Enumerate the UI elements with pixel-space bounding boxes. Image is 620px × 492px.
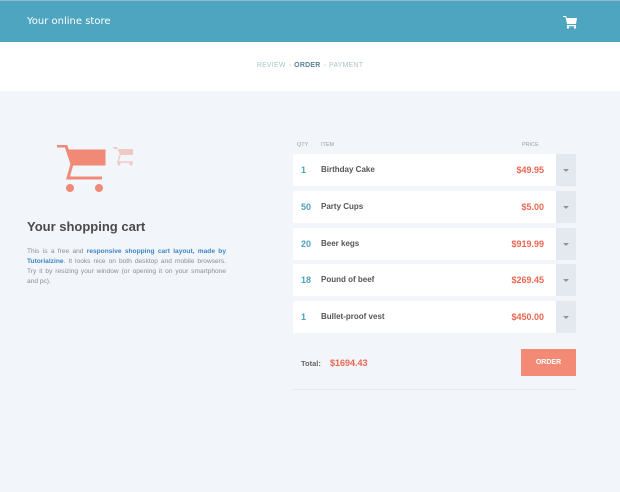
item-price: $49.95 (516, 165, 544, 175)
cart-item-row: 50 Party Cups $5.00 (293, 191, 556, 223)
step-separator: › (288, 62, 292, 69)
total-label: Total: (301, 359, 321, 368)
cart-description: This is a free and responsive shopping c… (27, 247, 226, 287)
item-name: Pound of beef (321, 275, 375, 284)
item-price: $5.00 (521, 202, 544, 212)
chevron-down-icon (563, 168, 569, 172)
item-options-dropdown[interactable] (556, 301, 576, 333)
item-options-dropdown[interactable] (556, 228, 576, 260)
item-price: $450.00 (511, 312, 544, 322)
item-header: ITEM (321, 142, 335, 148)
item-options-dropdown[interactable] (556, 191, 576, 223)
item-qty[interactable]: 1 (301, 312, 306, 322)
order-button[interactable]: ORDER (521, 349, 576, 376)
store-title[interactable]: Your online store (27, 16, 111, 27)
item-name: Beer kegs (321, 239, 360, 248)
divider (293, 389, 576, 390)
top-bar: Your online store (0, 0, 620, 42)
step-order[interactable]: ORDER (294, 62, 320, 69)
chevron-down-icon (563, 242, 569, 246)
item-options-dropdown[interactable] (556, 264, 576, 296)
step-review[interactable]: REVIEW (257, 62, 286, 69)
cart-heading: Your shopping cart (27, 219, 146, 234)
item-price: $269.45 (511, 275, 544, 285)
cart-item-row: 1 Bullet-proof vest $450.00 (293, 301, 556, 333)
item-qty[interactable]: 20 (301, 239, 311, 249)
price-header: PRICE (522, 142, 539, 148)
cart-icon[interactable] (563, 15, 578, 29)
item-qty[interactable]: 18 (301, 275, 311, 285)
shopping-cart-illustration-icon (57, 145, 133, 192)
item-qty[interactable]: 1 (301, 165, 306, 175)
item-price: $919.99 (511, 239, 544, 249)
description-text: This is a free and (27, 248, 87, 255)
item-qty[interactable]: 50 (301, 202, 311, 212)
cart-item-row: 18 Pound of beef $269.45 (293, 264, 556, 296)
checkout-steps: REVIEW › ORDER › PAYMENT (0, 42, 620, 91)
item-name: Bullet-proof vest (321, 312, 385, 321)
total-value: $1694.43 (330, 358, 368, 368)
chevron-down-icon (563, 315, 569, 319)
chevron-down-icon (563, 205, 569, 209)
step-separator: › (323, 62, 326, 69)
cart-item-row: 20 Beer kegs $919.99 (293, 228, 556, 260)
item-name: Party Cups (321, 202, 364, 211)
item-name: Birthday Cake (321, 165, 375, 174)
item-options-dropdown[interactable] (556, 154, 576, 186)
cart-item-row: 1 Birthday Cake $49.95 (293, 154, 556, 186)
chevron-down-icon (563, 278, 569, 282)
step-payment[interactable]: PAYMENT (329, 62, 363, 69)
qty-header: QTY (297, 142, 309, 148)
